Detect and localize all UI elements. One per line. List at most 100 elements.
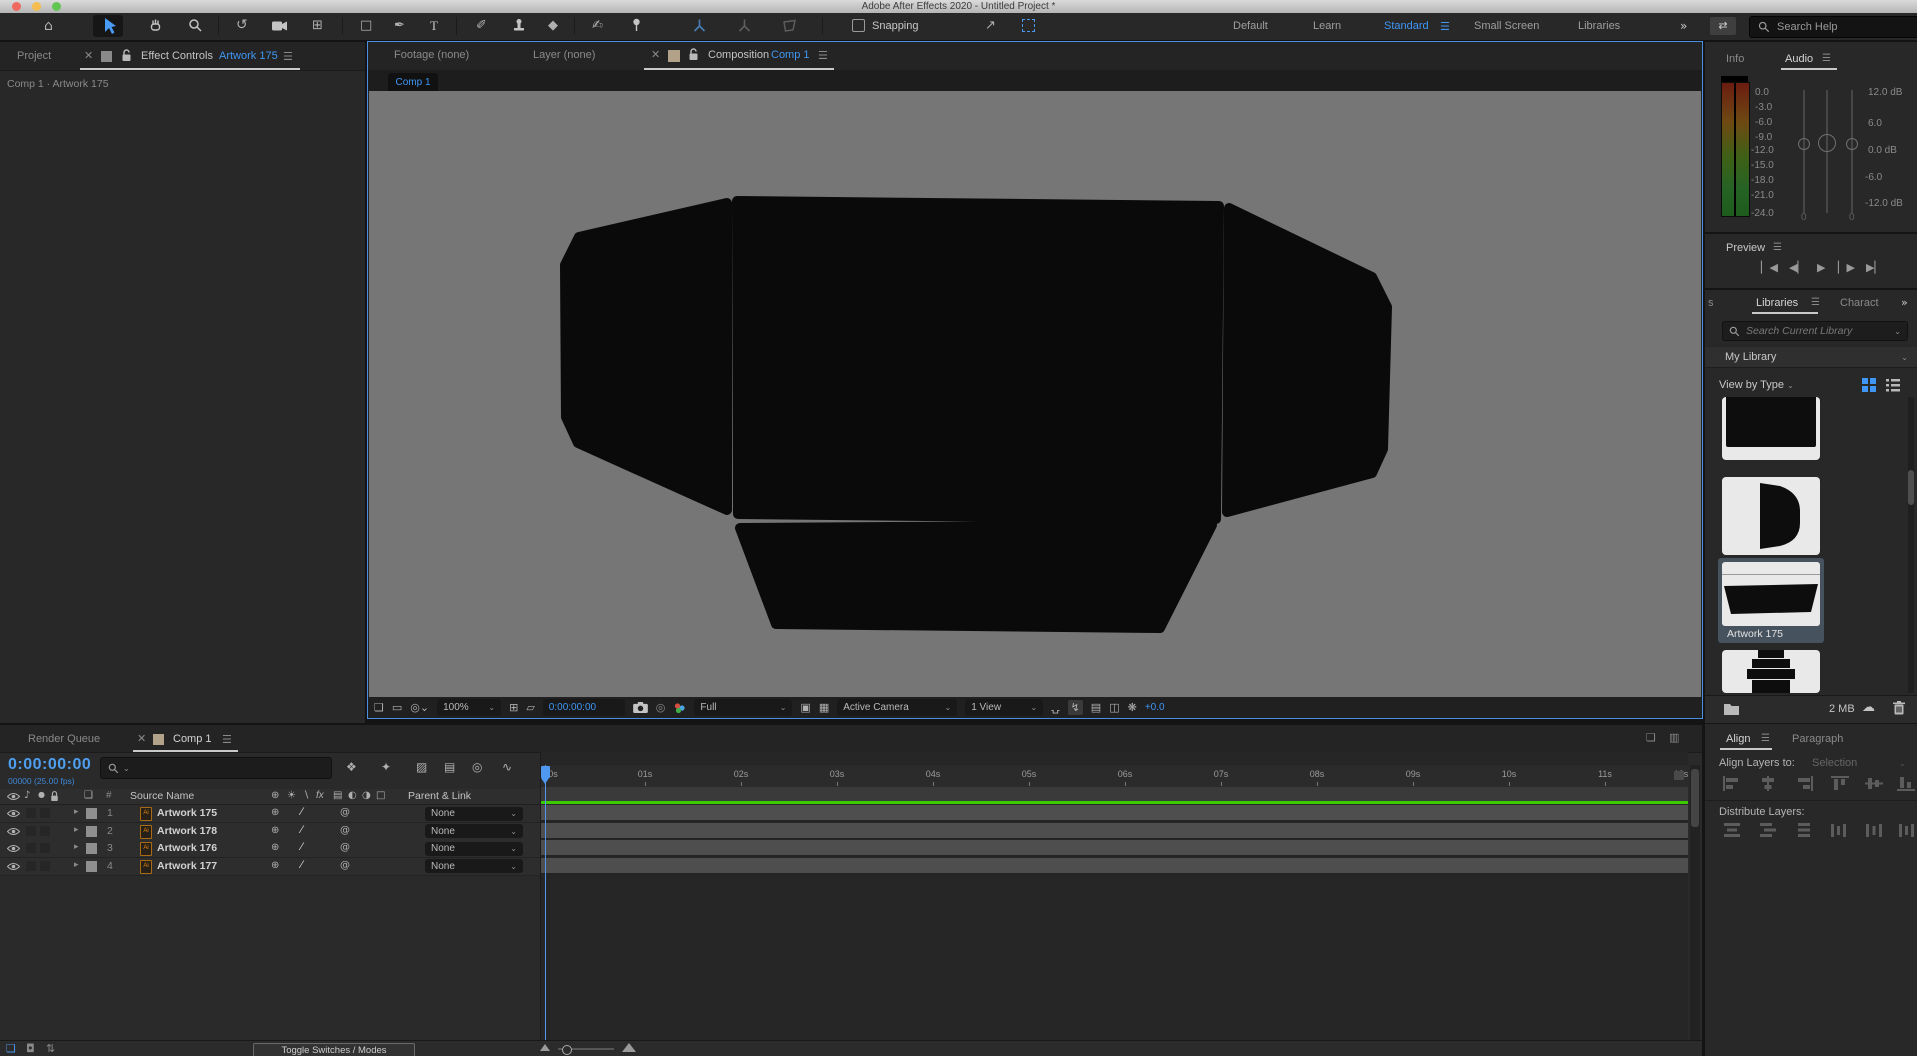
toggle-switches-modes-button[interactable]: Toggle Switches / Modes: [253, 1043, 415, 1056]
camera-tool[interactable]: [272, 20, 288, 32]
comp-chip[interactable]: Comp 1: [388, 73, 438, 91]
comp-marker-bin[interactable]: [1674, 771, 1684, 780]
tab-comp[interactable]: Comp 1: [173, 733, 212, 745]
timeline-search-input[interactable]: ⌄: [100, 757, 332, 779]
panel-menu-icon[interactable]: ☰: [818, 49, 828, 62]
unlock-icon[interactable]: [121, 49, 132, 62]
timeline-button-icon[interactable]: ▤: [1091, 701, 1101, 714]
workspace-small-screen[interactable]: Small Screen: [1474, 20, 1539, 32]
workspace-learn[interactable]: Learn: [1313, 20, 1341, 32]
libraries-scrollbar[interactable]: [1908, 397, 1914, 693]
layer-label-swatch[interactable]: [86, 843, 97, 854]
fast-preview-icon[interactable]: ↯: [1068, 700, 1083, 715]
align-left-icon[interactable]: [1723, 776, 1741, 791]
layer-row[interactable]: ▸ 2 Ai Artwork 178 ⊕ ∕ @ None⌄: [0, 823, 540, 841]
panel-menu-icon[interactable]: ☰: [222, 733, 232, 746]
local-axis-mode-icon[interactable]: [692, 18, 707, 33]
tab-layer[interactable]: Layer (none): [533, 49, 595, 61]
layer-name[interactable]: Artwork 178: [157, 825, 217, 837]
workspace-overflow-icon[interactable]: »: [1680, 19, 1687, 33]
tab-info[interactable]: Info: [1726, 53, 1744, 65]
eye-icon[interactable]: [7, 862, 20, 871]
parent-dropdown[interactable]: None⌄: [425, 807, 523, 821]
playhead-handle[interactable]: [541, 766, 550, 778]
composition-mini-flowchart-icon[interactable]: ❖: [346, 760, 357, 774]
shape-edit-icon[interactable]: ↗: [985, 18, 996, 33]
tab-footage[interactable]: Footage (none): [394, 49, 469, 61]
parent-dropdown[interactable]: None⌄: [425, 824, 523, 838]
previous-frame-icon[interactable]: ◀▏: [1789, 261, 1806, 274]
shy-layers-icon[interactable]: ▨: [416, 760, 427, 774]
timeline-option-icon[interactable]: ▥: [1669, 731, 1679, 744]
tab-paragraph[interactable]: Paragraph: [1792, 733, 1843, 745]
zoom-out-mountain-icon[interactable]: [540, 1044, 550, 1051]
layer-name[interactable]: Artwork 177: [157, 860, 217, 872]
view-by-type-dropdown[interactable]: View by Type ⌄: [1719, 379, 1794, 391]
panel-menu-icon[interactable]: ☰: [1761, 733, 1770, 744]
mask-visibility-icon[interactable]: ◎⌄: [410, 701, 429, 714]
align-bottom-icon[interactable]: [1897, 776, 1915, 791]
tab-audio[interactable]: Audio: [1785, 53, 1813, 65]
close-icon[interactable]: ✕: [651, 48, 660, 61]
help-search-input[interactable]: Search Help: [1749, 16, 1917, 38]
distribute-h-center-icon[interactable]: [1865, 823, 1883, 838]
tab-effect-controls[interactable]: Effect Controls: [141, 50, 213, 62]
collapse-switch-icon[interactable]: ⊕: [271, 842, 279, 853]
zoom-tool[interactable]: [188, 18, 203, 33]
show-snapshot-icon[interactable]: ◎: [656, 701, 666, 714]
workspace-settings-icon[interactable]: ⇄: [1710, 17, 1736, 35]
close-icon[interactable]: ✕: [137, 732, 146, 745]
collapse-switch-icon[interactable]: ⊕: [271, 860, 279, 871]
next-frame-icon[interactable]: ▏▶: [1838, 261, 1855, 274]
preview-monitor-icon[interactable]: ▭: [392, 701, 402, 714]
in-out-columns-icon[interactable]: ⇅: [46, 1042, 55, 1055]
channel-icon[interactable]: [673, 702, 686, 714]
layer-duration-bar[interactable]: [541, 823, 1688, 840]
library-item-thumbnail[interactable]: [1722, 650, 1820, 693]
home-icon[interactable]: ⌂: [44, 18, 53, 34]
align-top-icon[interactable]: [1831, 776, 1849, 791]
workspace-libraries[interactable]: Libraries: [1578, 20, 1620, 32]
parent-dropdown[interactable]: None⌄: [425, 859, 523, 873]
layer-row[interactable]: ▸ 3 Ai Artwork 176 ⊕ ∕ @ None⌄: [0, 840, 540, 858]
align-to-caret[interactable]: ⌄: [1899, 759, 1906, 768]
brush-tool[interactable]: ✐: [476, 18, 487, 33]
snapping-label[interactable]: Snapping: [872, 20, 919, 32]
selection-tool[interactable]: [93, 15, 123, 37]
current-timecode[interactable]: 0:00:00:00: [8, 756, 91, 774]
roto-brush-tool[interactable]: ✍: [592, 18, 603, 33]
layer-duration-bar[interactable]: [541, 858, 1688, 875]
panel-menu-icon[interactable]: ☰: [1811, 297, 1820, 308]
library-item-selected[interactable]: Artwork 175: [1718, 558, 1824, 643]
viewer-timecode[interactable]: 0:00:00:00: [543, 699, 625, 716]
workspace-default[interactable]: Default: [1233, 20, 1268, 32]
layer-row[interactable]: ▸ 4 Ai Artwork 177 ⊕ ∕ @ None⌄: [0, 858, 540, 876]
quality-switch-icon[interactable]: ∕: [301, 841, 303, 853]
layer-label-swatch[interactable]: [86, 826, 97, 837]
trash-icon[interactable]: [1893, 701, 1905, 715]
view-axis-mode-icon[interactable]: [782, 18, 797, 33]
workspace-menu-icon[interactable]: ☰: [1440, 20, 1450, 33]
parent-pickwhip-icon[interactable]: @: [340, 860, 350, 871]
layer-name[interactable]: Artwork 176: [157, 842, 217, 854]
unlock-icon[interactable]: [688, 48, 699, 61]
audio-level-left-knob[interactable]: [1798, 138, 1810, 150]
tab-render-queue[interactable]: Render Queue: [28, 733, 100, 745]
puppet-pin-tool[interactable]: [630, 18, 643, 32]
distribute-v-center-icon[interactable]: [1759, 823, 1777, 838]
magnification-dropdown[interactable]: 100%⌄: [437, 699, 501, 716]
layer-name[interactable]: Artwork 175: [157, 807, 217, 819]
close-icon[interactable]: ✕: [84, 49, 93, 62]
play-icon[interactable]: ▶: [1817, 261, 1825, 274]
time-ruler[interactable]: 0s 01s 02s 03s 04s 05s 06s 07s 08s 09s 1…: [541, 765, 1688, 788]
timeline-option-icon[interactable]: ❏: [1646, 731, 1656, 744]
type-tool[interactable]: T: [430, 18, 438, 34]
library-select-dropdown[interactable]: My Library ⌄: [1705, 347, 1917, 368]
flowchart-icon[interactable]: ◫: [1109, 701, 1119, 714]
layer-duration-bar[interactable]: [541, 840, 1688, 857]
align-to-dropdown[interactable]: Selection: [1812, 757, 1857, 769]
hand-tool[interactable]: [148, 18, 163, 33]
layer-row[interactable]: ▸ 1 Ai Artwork 175 ⊕ ∕ @ None⌄: [0, 805, 540, 823]
parent-dropdown[interactable]: None⌄: [425, 842, 523, 856]
layer-label-swatch[interactable]: [86, 861, 97, 872]
